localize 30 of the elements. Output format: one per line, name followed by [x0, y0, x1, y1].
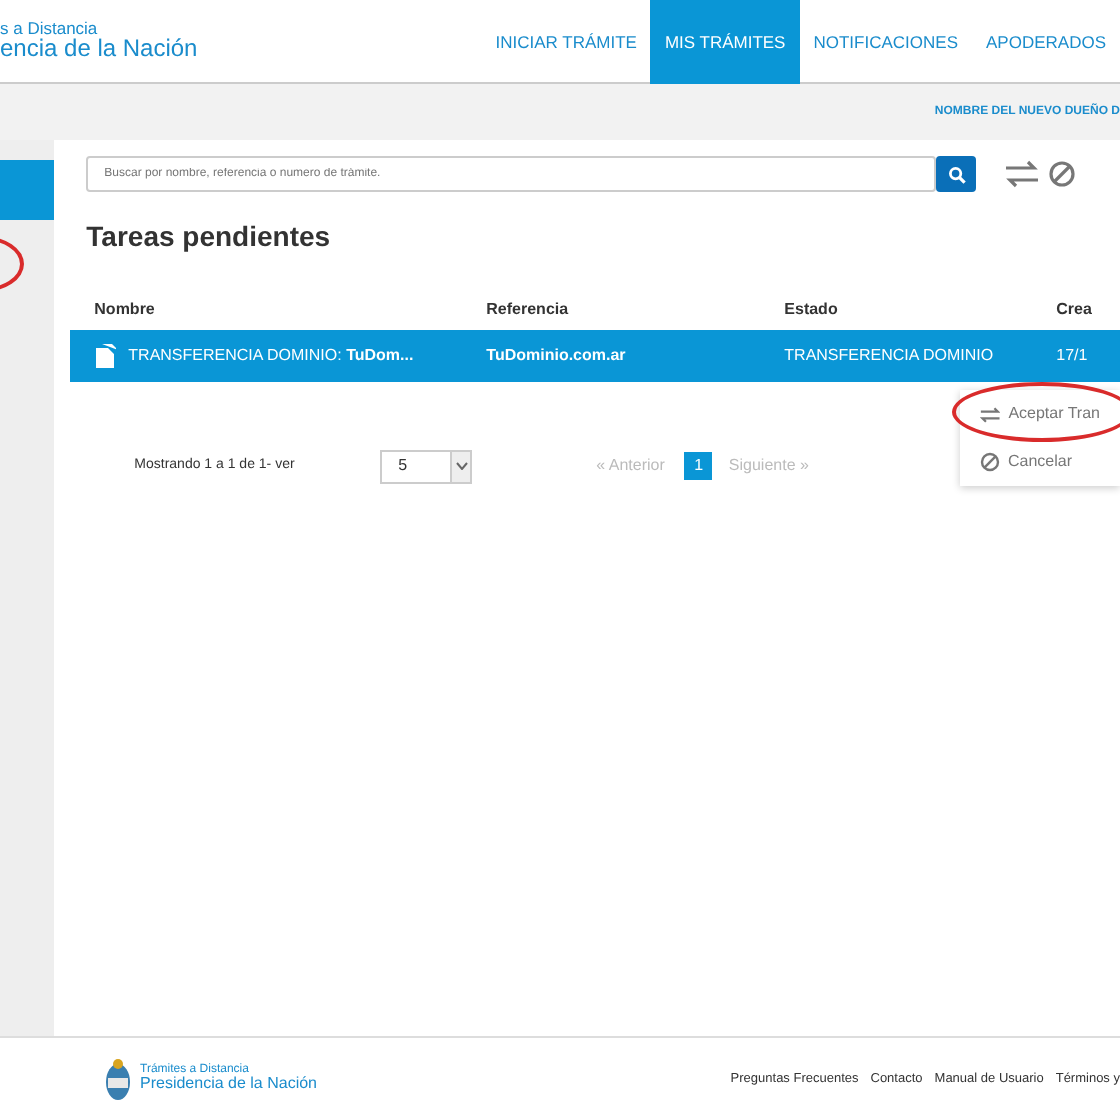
table-cell: TRANSFERENCIA DOMINIO	[784, 344, 994, 368]
transfer-icon	[980, 405, 1001, 423]
table-row[interactable]: TRANSFERENCIA DOMINIO: TuDom... TuDominio.com.ar TRANSFERENCIA DOMINIO 17/1	[70, 330, 1120, 382]
footer-logo-title: Presidencia de la Nación	[140, 1076, 317, 1094]
menu-item[interactable]: Aceptar Tran	[960, 390, 1120, 438]
table-cell: 17/1	[1056, 344, 1088, 368]
column-header[interactable]: Nombre	[70, 298, 463, 330]
cancel-icon	[980, 452, 1000, 472]
column-header[interactable]: Estado	[760, 298, 1033, 330]
column-header[interactable]: Referencia	[462, 298, 761, 330]
logo-subtitle: s a Distancia	[0, 19, 100, 37]
page-size-select[interactable]: 5	[380, 449, 473, 483]
page-button[interactable]: 1	[684, 452, 713, 480]
search-button[interactable]	[936, 156, 976, 192]
nav-tab[interactable]: INICIAR TRÁMITE	[481, 0, 651, 84]
logo-title: encia de la Nación	[0, 36, 198, 63]
table-cell: TRANSFERENCIA DOMINIO: TuDom...	[128, 344, 414, 368]
menu-item[interactable]: Cancelar	[960, 438, 1120, 486]
caret-icon	[455, 462, 468, 470]
nav-tab[interactable]: NOTIFICACIONES	[799, 0, 972, 84]
coat-of-arms-icon	[104, 1057, 132, 1101]
nav-tab[interactable]: MIS TRÁMITES	[650, 0, 800, 84]
document-icon	[94, 344, 117, 368]
column-header[interactable]: Crea	[1032, 298, 1120, 330]
cancel-icon[interactable]	[1048, 160, 1076, 188]
transfer-icon[interactable]	[1004, 160, 1040, 188]
table-cell: TuDominio.com.ar	[486, 344, 626, 368]
search-icon	[947, 165, 965, 183]
page-title: Tareas pendientes	[86, 218, 333, 256]
nav-tab[interactable]: APODERADOS	[972, 0, 1120, 84]
